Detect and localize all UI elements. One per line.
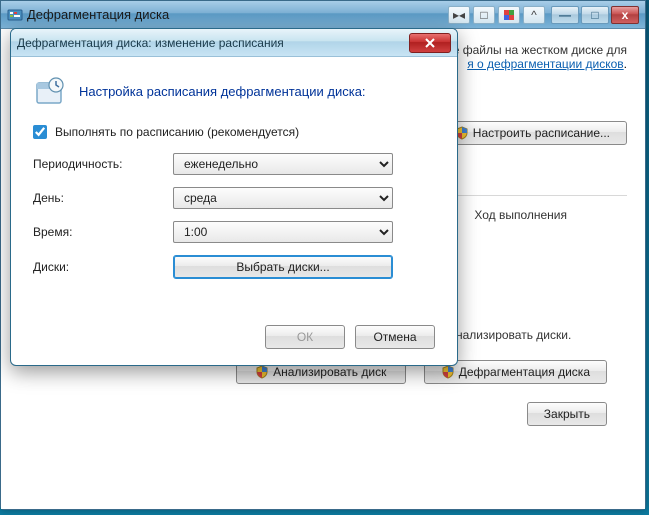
main-window-title: Дефрагментация диска [27,7,448,22]
titlebar-color-icon[interactable] [498,6,520,24]
titlebar-square-icon[interactable]: □ [473,6,495,24]
titlebar-flag-icon[interactable]: ▸◂ [448,6,470,24]
cancel-button[interactable]: Отмена [355,325,435,349]
checkbox-label: Выполнять по расписанию (рекомендуется) [55,125,299,139]
shield-icon [255,365,269,379]
titlebar-chevron-up-icon[interactable]: ^ [523,6,545,24]
frequency-label: Периодичность: [33,157,173,171]
run-on-schedule-checkbox[interactable] [33,125,47,139]
modal-body: Настройка расписания дефрагментации диск… [11,57,457,365]
time-select[interactable]: 1:00 [173,221,393,243]
select-disks-button[interactable]: Выбрать диски... [173,255,393,279]
close-button[interactable]: Закрыть [527,402,607,426]
close-window-button[interactable]: x [611,6,639,24]
main-titlebar: Дефрагментация диска ▸◂ □ ^ — □ x [1,1,645,29]
defrag-info-link[interactable]: я о дефрагментации дисков [467,57,623,71]
calendar-clock-icon [33,75,65,107]
modal-titlebar: Дефрагментация диска: изменение расписан… [11,29,457,57]
app-icon [7,7,23,23]
modal-heading: Настройка расписания дефрагментации диск… [79,84,366,99]
day-select[interactable]: среда [173,187,393,209]
maximize-button[interactable]: □ [581,6,609,24]
titlebar-extra-icons: ▸◂ □ ^ [448,6,545,24]
ok-button[interactable]: ОК [265,325,345,349]
configure-schedule-button[interactable]: Настроить расписание... [438,121,627,145]
modal-title: Дефрагментация диска: изменение расписан… [17,36,409,50]
header-description: е файлы на жестком диске для [453,43,627,57]
schedule-modal: Дефрагментация диска: изменение расписан… [10,28,458,366]
time-label: Время: [33,225,173,239]
modal-close-button[interactable] [409,33,451,53]
window-controls: — □ x [551,6,639,24]
disks-label: Диски: [33,260,173,274]
day-label: День: [33,191,173,205]
minimize-button[interactable]: — [551,6,579,24]
shield-icon [441,365,455,379]
frequency-select[interactable]: еженедельно [173,153,393,175]
